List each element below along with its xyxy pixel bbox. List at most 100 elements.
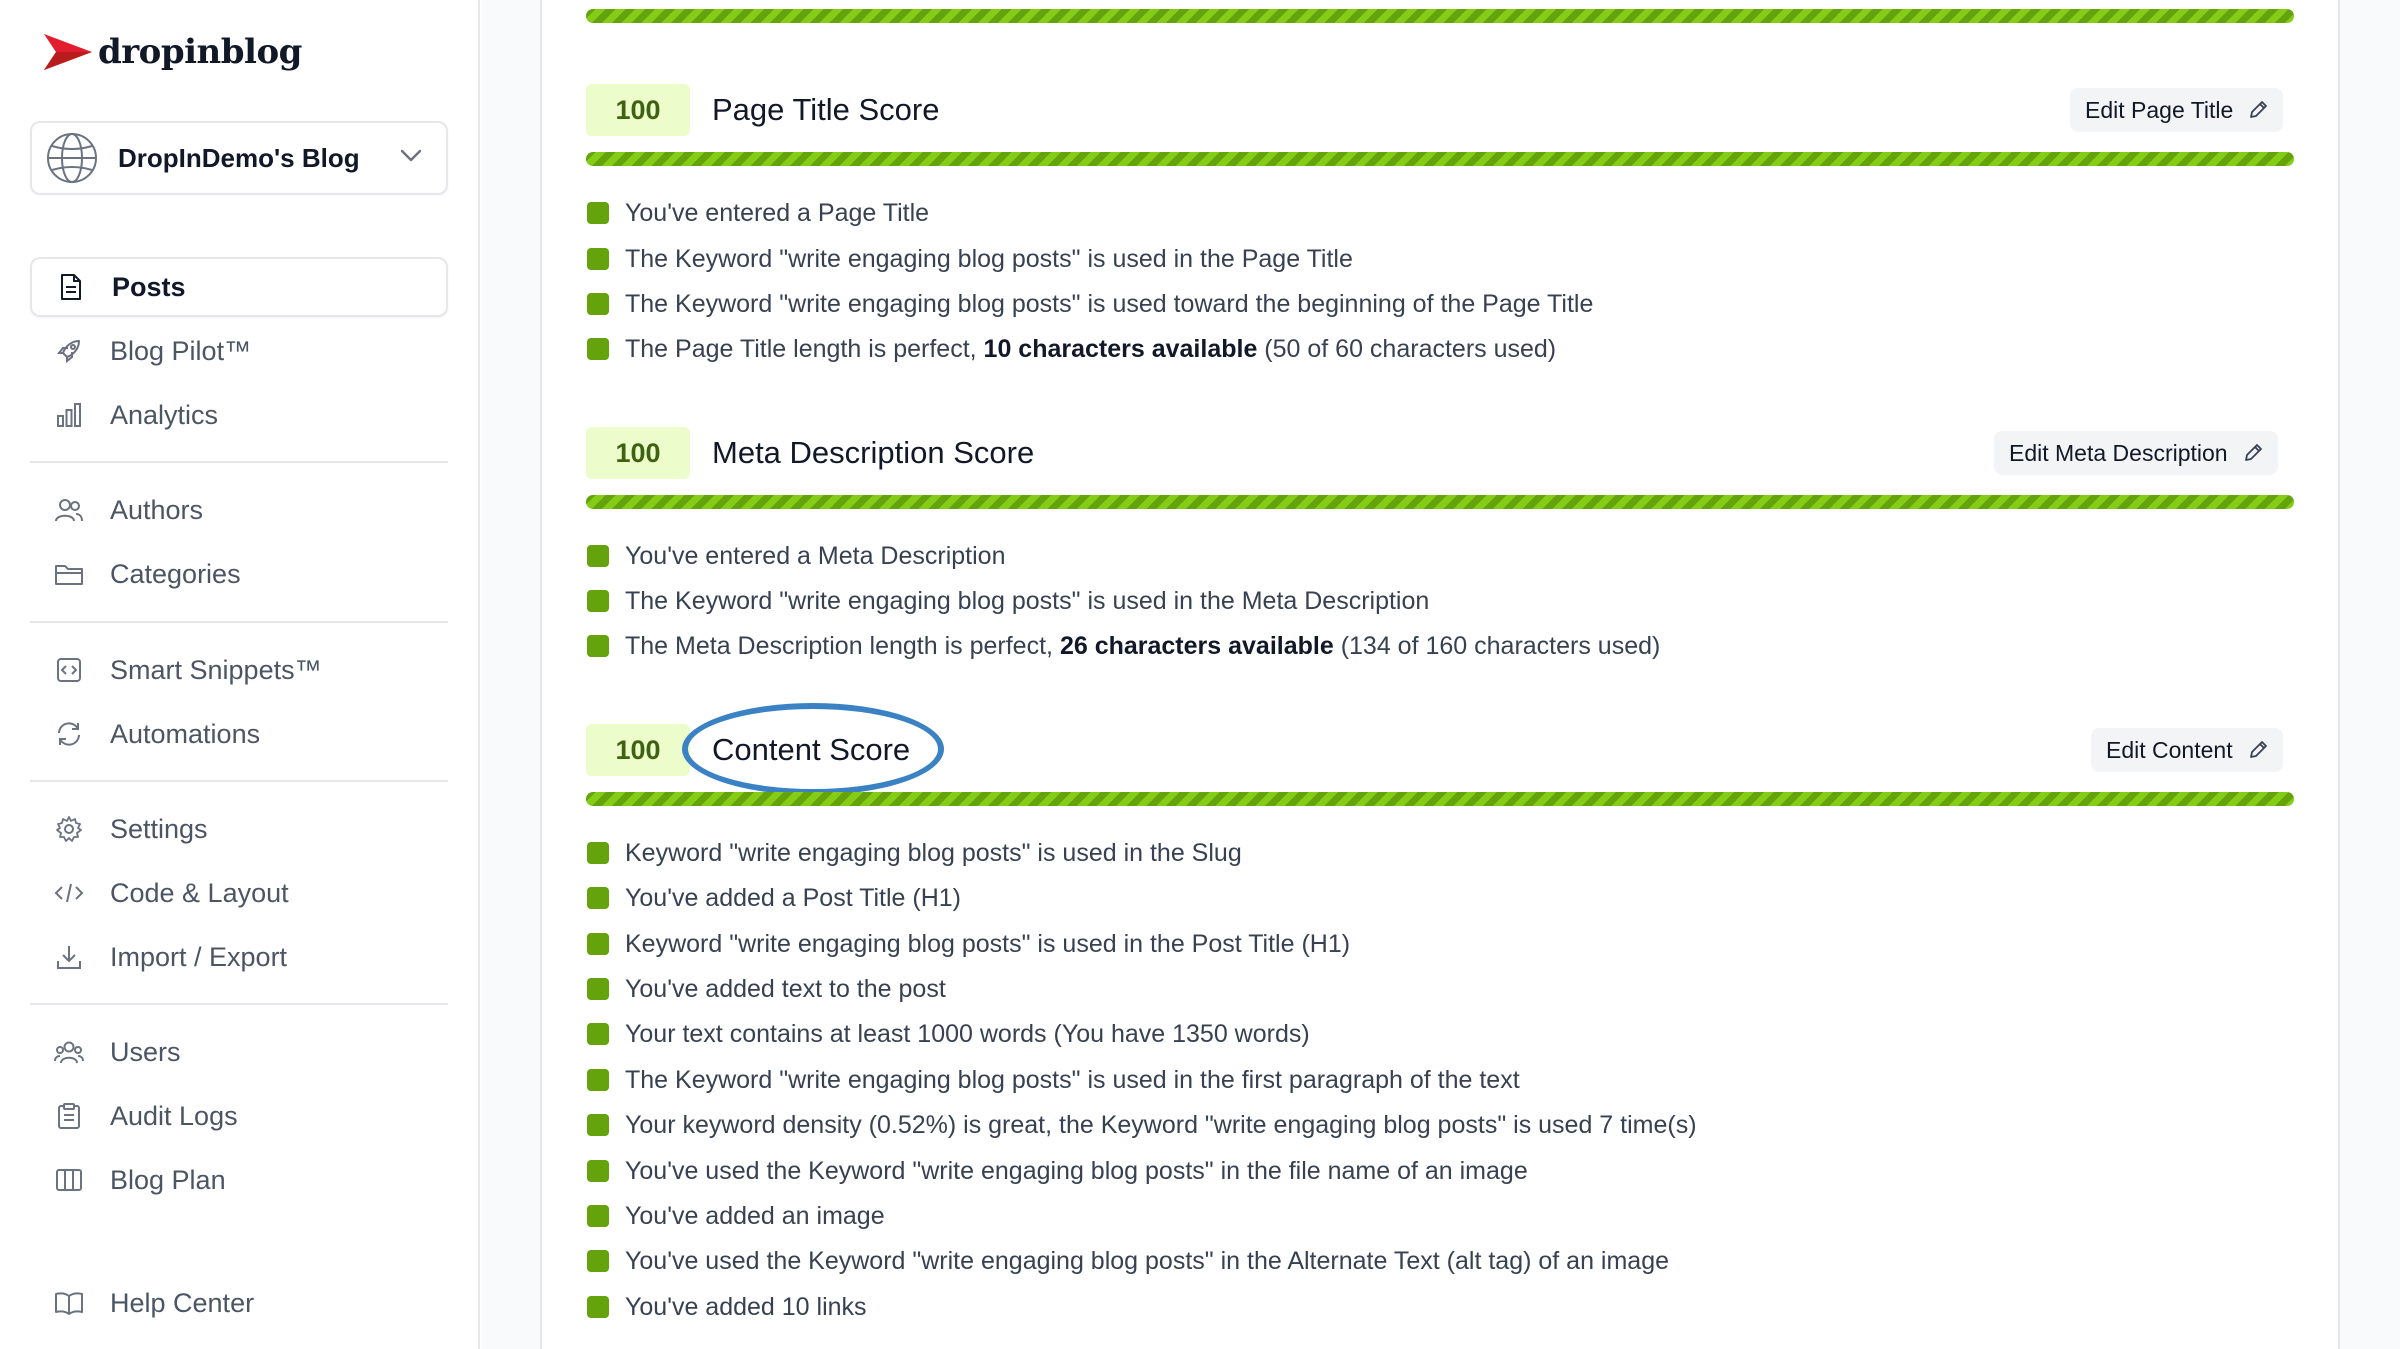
check-square-icon [587, 293, 609, 315]
code-square-icon [54, 655, 84, 685]
check-item: The Keyword "write engaging blog posts" … [587, 1063, 1520, 1097]
page-title-score-heading: Page Title Score [712, 92, 940, 127]
book-open-icon [54, 1288, 84, 1318]
meta-description-score-badge: 100 [586, 427, 690, 479]
sidebar-item-automations[interactable]: Automations [30, 704, 448, 764]
sidebar-item-label: Users [110, 1036, 181, 1067]
check-square-icon [587, 1069, 609, 1091]
sidebar-item-categories[interactable]: Categories [30, 544, 448, 604]
sidebar-item-audit-logs[interactable]: Audit Logs [30, 1086, 448, 1146]
sidebar-item-settings[interactable]: Settings [30, 799, 448, 859]
check-item: The Meta Description length is perfect, … [587, 629, 1660, 663]
gear-icon [54, 814, 84, 844]
pencil-icon [2247, 739, 2269, 761]
sidebar-item-label: Posts [112, 271, 186, 302]
check-square-icon [587, 248, 609, 270]
brand-logo[interactable]: dropinblog [42, 30, 302, 74]
sidebar-item-label: Code & Layout [110, 877, 289, 908]
content-score-heading: Content Score [712, 732, 911, 767]
check-square-icon [587, 1296, 609, 1318]
sidebar: dropinblog DropInDemo's Blog Posts Blog … [0, 0, 480, 1349]
rocket-icon [54, 336, 84, 366]
check-square-icon [587, 338, 609, 360]
code-icon [54, 878, 84, 908]
blog-selector-label: DropInDemo's Blog [118, 142, 360, 173]
brand-name: dropinblog [98, 32, 302, 72]
page-title-score-badge: 100 [586, 84, 690, 136]
check-item: The Keyword "write engaging blog posts" … [587, 242, 1353, 276]
sidebar-divider [30, 1003, 448, 1005]
check-square-icon [587, 590, 609, 612]
edit-content-label: Edit Content [2106, 736, 2233, 763]
user-group-icon [54, 1037, 84, 1067]
check-square-icon [587, 1205, 609, 1227]
sidebar-item-code-layout[interactable]: Code & Layout [30, 863, 448, 923]
sidebar-item-label: Import / Export [110, 941, 288, 972]
check-item: Your keyword density (0.52%) is great, t… [587, 1108, 1697, 1142]
check-item: The Keyword "write engaging blog posts" … [587, 287, 1593, 321]
columns-icon [54, 1165, 84, 1195]
check-square-icon [587, 202, 609, 224]
dropinblog-logo-icon [44, 34, 92, 70]
sidebar-item-smart-snippets[interactable]: Smart Snippets™ [30, 640, 448, 700]
sidebar-item-import-export[interactable]: Import / Export [30, 927, 448, 987]
edit-meta-description-button[interactable]: Edit Meta Description [1994, 431, 2278, 475]
pencil-icon [2242, 442, 2264, 464]
refresh-icon [54, 719, 84, 749]
check-square-icon [587, 978, 609, 1000]
check-item: Keyword "write engaging blog posts" is u… [587, 836, 1242, 870]
check-square-icon [587, 933, 609, 955]
chevron-down-icon [400, 149, 422, 162]
check-item: You've added 10 links [587, 1290, 867, 1324]
check-square-icon [587, 635, 609, 657]
check-square-icon [587, 1160, 609, 1182]
check-item: Your text contains at least 1000 words (… [587, 1017, 1310, 1051]
edit-page-title-button[interactable]: Edit Page Title [2070, 88, 2284, 132]
sidebar-item-label: Blog Plan [110, 1164, 226, 1195]
meta-description-score-heading: Meta Description Score [712, 435, 1035, 470]
score-progress-bar [586, 9, 2294, 23]
check-item: You've added text to the post [587, 972, 946, 1006]
sidebar-item-blog-pilot[interactable]: Blog Pilot™ [30, 321, 448, 381]
check-square-icon [587, 545, 609, 567]
check-item: You've used the Keyword "write engaging … [587, 1244, 1669, 1278]
meta-description-score-bar [586, 495, 2294, 509]
sidebar-item-analytics[interactable]: Analytics [30, 385, 448, 445]
page-title-score-bar [586, 152, 2294, 166]
check-square-icon [587, 1114, 609, 1136]
check-item: You've added a Post Title (H1) [587, 881, 961, 915]
sidebar-item-label: Analytics [110, 399, 219, 430]
content-score-bar [586, 792, 2294, 806]
check-item: The Keyword "write engaging blog posts" … [587, 584, 1429, 618]
sidebar-item-posts[interactable]: Posts [30, 257, 448, 317]
sidebar-item-help-center[interactable]: Help Center [30, 1273, 448, 1333]
sidebar-item-label: Smart Snippets™ [110, 654, 322, 685]
users-icon [54, 495, 84, 525]
check-square-icon [587, 842, 609, 864]
sidebar-item-blog-plan[interactable]: Blog Plan [30, 1150, 448, 1210]
sidebar-item-label: Automations [110, 718, 261, 749]
check-square-icon [587, 1023, 609, 1045]
sidebar-item-label: Settings [110, 813, 208, 844]
blog-selector[interactable]: DropInDemo's Blog [30, 121, 448, 195]
globe-icon [47, 133, 97, 183]
download-icon [54, 942, 84, 972]
folder-icon [54, 559, 84, 589]
edit-meta-description-label: Edit Meta Description [2009, 439, 2228, 466]
sidebar-item-label: Categories [110, 558, 241, 589]
sidebar-divider [30, 780, 448, 782]
sidebar-item-authors[interactable]: Authors [30, 480, 448, 540]
check-item: You've entered a Page Title [587, 196, 929, 230]
check-square-icon [587, 1250, 609, 1272]
edit-content-button[interactable]: Edit Content [2091, 728, 2283, 772]
content-score-badge: 100 [586, 724, 690, 776]
sidebar-item-users[interactable]: Users [30, 1022, 448, 1082]
clipboard-list-icon [54, 1101, 84, 1131]
edit-page-title-label: Edit Page Title [2085, 96, 2234, 123]
bar-chart-icon [54, 400, 84, 430]
check-square-icon [587, 887, 609, 909]
check-item: Keyword "write engaging blog posts" is u… [587, 927, 1350, 961]
sidebar-item-label: Help Center [110, 1287, 255, 1318]
document-icon [56, 272, 86, 302]
sidebar-item-label: Blog Pilot™ [110, 335, 252, 366]
